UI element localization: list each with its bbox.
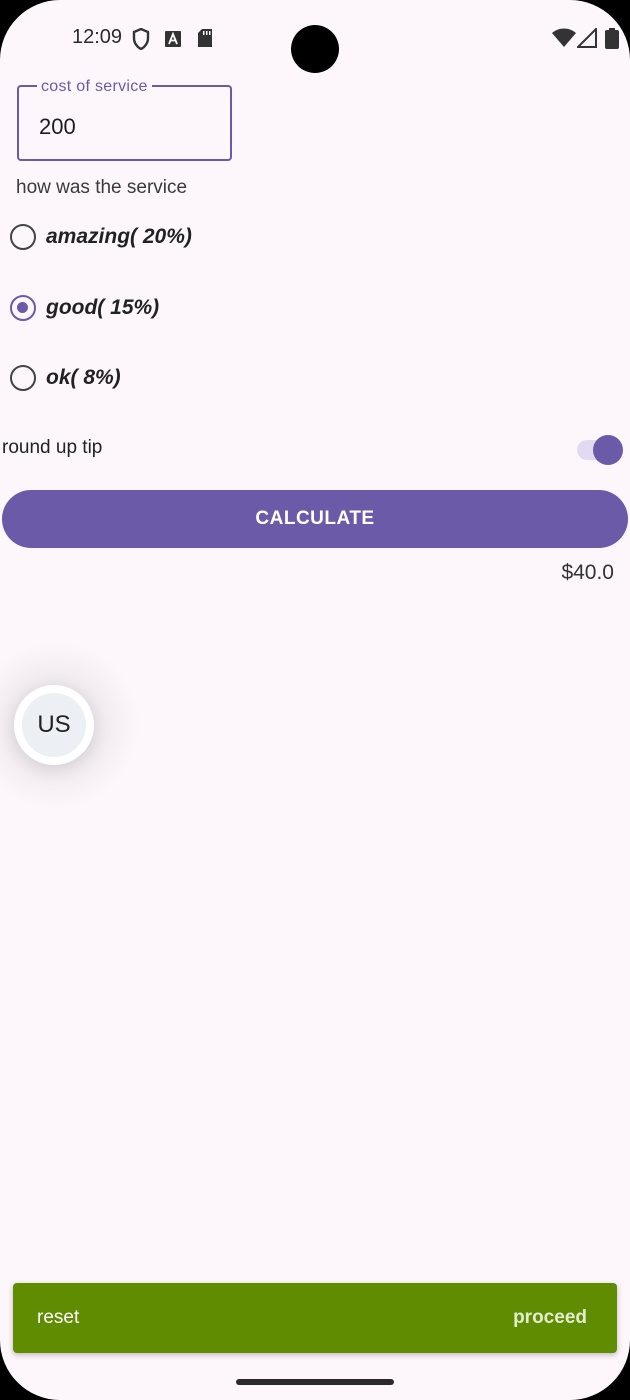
proceed-button[interactable]: proceed — [497, 1283, 607, 1353]
floating-language-bubble[interactable]: US — [14, 685, 94, 765]
shield-icon — [132, 28, 150, 50]
radio-button[interactable] — [10, 365, 36, 391]
calculate-button[interactable]: CALCULATE — [2, 490, 628, 548]
bubble-text: US — [22, 693, 86, 757]
radio-label: ok( 8%) — [46, 366, 121, 389]
round-up-switch[interactable] — [577, 435, 623, 465]
sd-card-icon — [198, 29, 212, 47]
round-up-label: round up tip — [2, 437, 103, 458]
service-question: how was the service — [16, 177, 188, 198]
cost-of-service-input[interactable] — [39, 114, 219, 140]
bottom-action-bar: reset proceed — [13, 1283, 617, 1353]
gesture-nav-handle[interactable] — [236, 1379, 394, 1385]
cost-of-service-label: cost of service — [37, 78, 152, 96]
status-bar: 12:09 — [0, 0, 630, 76]
wifi-icon — [552, 28, 576, 47]
status-time: 12:09 — [72, 26, 123, 48]
battery-icon — [605, 28, 619, 49]
front-camera — [291, 25, 339, 73]
radio-good[interactable]: good( 15%) — [10, 288, 159, 328]
radio-ok[interactable]: ok( 8%) — [10, 358, 121, 398]
radio-label: amazing( 20%) — [46, 225, 192, 248]
signal-icon — [577, 28, 597, 48]
tip-result: $40.0 — [561, 561, 614, 584]
radio-label: good( 15%) — [46, 296, 160, 319]
cost-of-service-field[interactable]: cost of service — [17, 78, 232, 161]
radio-button-checked[interactable] — [10, 295, 36, 321]
radio-button[interactable] — [10, 224, 36, 250]
radio-amazing[interactable]: amazing( 20%) — [10, 217, 192, 257]
phone-screen: 12:09 cost of service how was the se — [0, 0, 630, 1400]
a-box-icon — [165, 31, 181, 47]
switch-thumb[interactable] — [593, 435, 623, 465]
reset-button[interactable]: reset — [23, 1283, 103, 1353]
